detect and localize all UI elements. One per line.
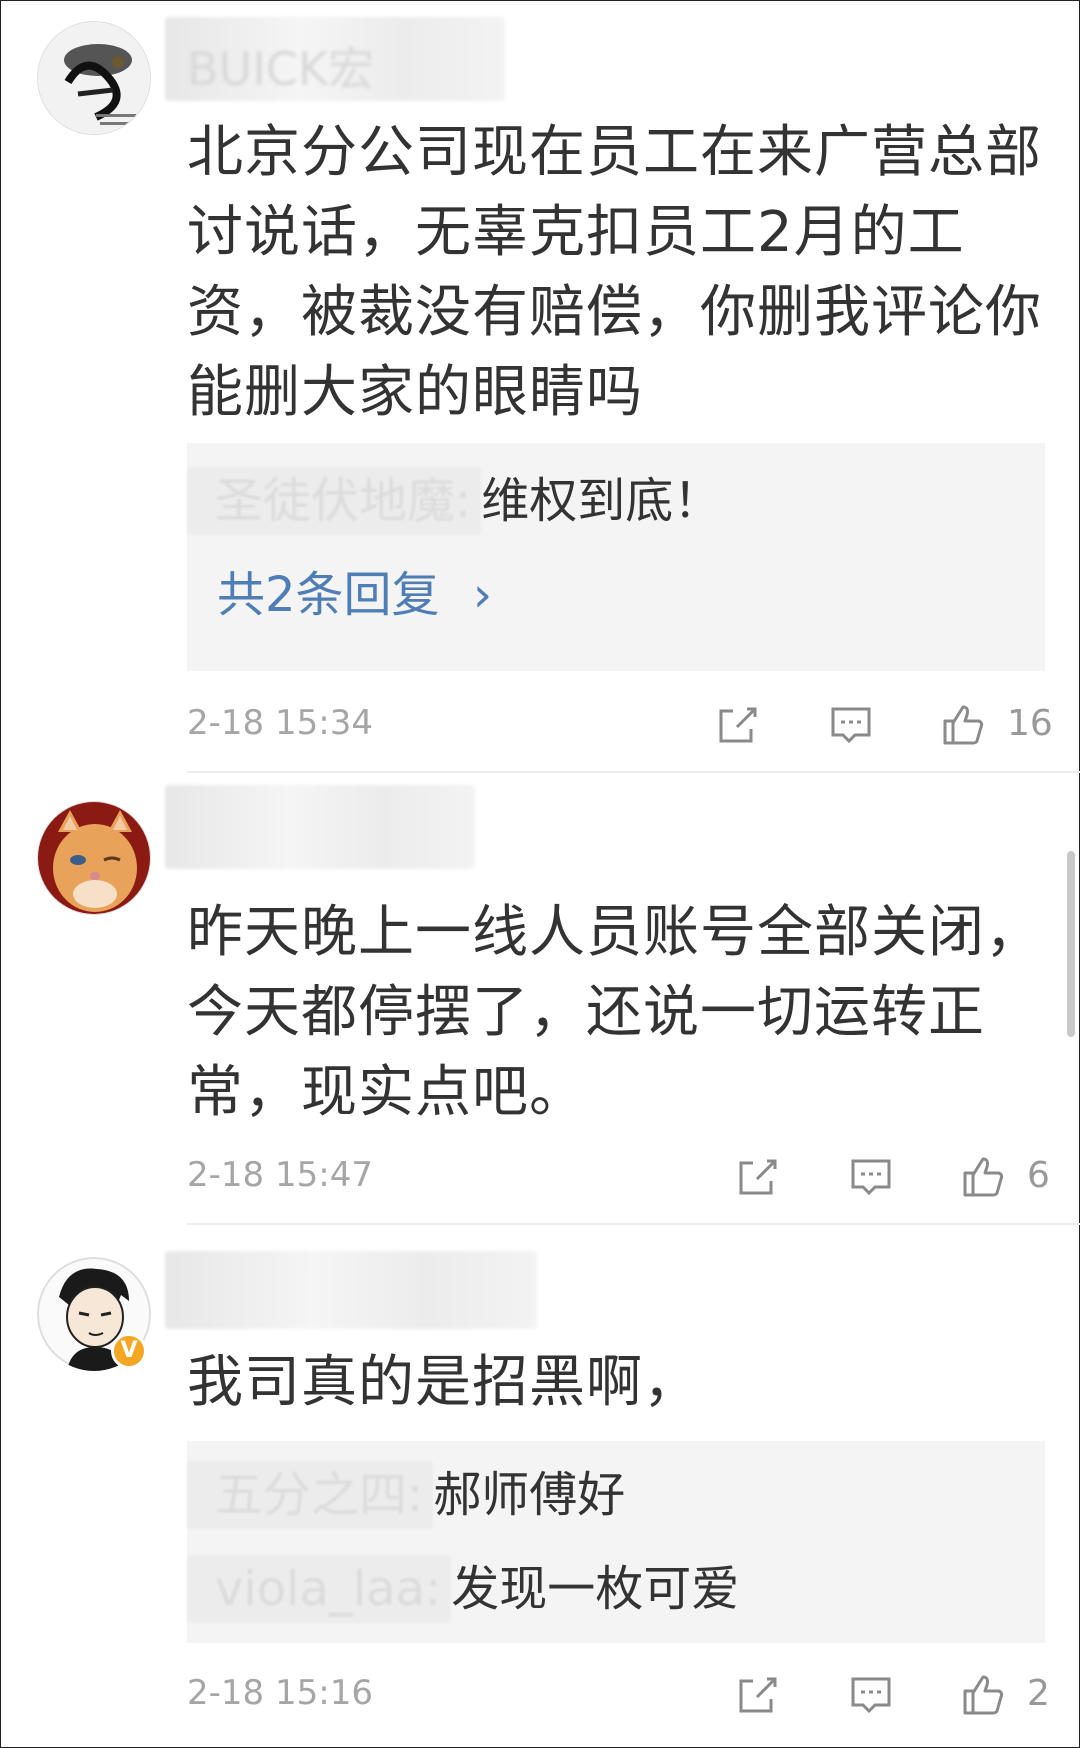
reply-box[interactable]: 五分之四: 郝师傅好 viola_laa: 发现一枚可爱 bbox=[187, 1441, 1045, 1643]
comment-meta: 2-18 15:16 2 bbox=[187, 1665, 1050, 1725]
reply-box[interactable]: 圣徒伏地魔: 维权到底！ 共2条回复 › bbox=[187, 443, 1045, 671]
chevron-right-icon: › bbox=[472, 567, 493, 623]
thumbs-up-icon[interactable] bbox=[959, 1153, 1007, 1201]
scrollbar[interactable] bbox=[1067, 851, 1075, 1037]
comment-icon[interactable] bbox=[847, 1671, 895, 1719]
comment-icon[interactable] bbox=[827, 701, 875, 749]
verified-badge-icon: V bbox=[111, 1333, 147, 1369]
reply-item[interactable]: 五分之四: 郝师傅好 bbox=[187, 1461, 625, 1529]
like-count: 2 bbox=[1027, 1673, 1050, 1714]
repost-icon[interactable] bbox=[733, 1671, 781, 1719]
thumbs-up-icon[interactable] bbox=[939, 701, 987, 749]
reply-text: 发现一枚可爱 bbox=[451, 1561, 740, 1617]
comment-meta: 2-18 15:34 16 bbox=[187, 695, 1053, 755]
timestamp: 2-18 15:34 bbox=[187, 703, 373, 743]
timestamp: 2-18 15:47 bbox=[187, 1155, 373, 1195]
divider bbox=[187, 771, 1080, 773]
username-blurred[interactable] bbox=[165, 1251, 537, 1329]
reply-username[interactable]: 圣徒伏地魔: bbox=[187, 467, 482, 535]
comment-text: 昨天晚上一线人员账号全部关闭，今天都停摆了，还说一切运转正常，现实点吧。 bbox=[187, 900, 1042, 1125]
divider bbox=[187, 1223, 1080, 1225]
username: BUICK宏 bbox=[187, 42, 375, 96]
username-blurred[interactable]: BUICK宏 bbox=[165, 17, 505, 101]
avatar[interactable] bbox=[37, 801, 151, 915]
reply-text: 郝师傅好 bbox=[433, 1467, 626, 1523]
like-count: 16 bbox=[1007, 703, 1053, 744]
username-blurred[interactable] bbox=[165, 785, 475, 869]
repost-icon[interactable] bbox=[733, 1153, 781, 1201]
comment-text: 北京分公司现在员工在来广营总部讨说话，无辜克扣员工2月的工资，被裁没有赔偿，你删… bbox=[187, 120, 1042, 425]
more-replies-label: 共2条回复 bbox=[217, 567, 440, 623]
reply-item[interactable]: 圣徒伏地魔: 维权到底！ bbox=[187, 467, 721, 535]
reply-item[interactable]: viola_laa: 发现一枚可爱 bbox=[187, 1555, 739, 1623]
like-count: 6 bbox=[1027, 1155, 1050, 1196]
repost-icon[interactable] bbox=[713, 701, 761, 749]
comment-icon[interactable] bbox=[847, 1153, 895, 1201]
more-replies-link[interactable]: 共2条回复 › bbox=[217, 561, 492, 629]
thumbs-up-icon[interactable] bbox=[959, 1671, 1007, 1719]
comment-text: 我司真的是招黑啊， bbox=[187, 1350, 700, 1415]
reply-username[interactable]: viola_laa: bbox=[187, 1555, 452, 1623]
reply-text: 维权到底！ bbox=[481, 473, 722, 529]
comment-meta: 2-18 15:47 6 bbox=[187, 1147, 1050, 1207]
reply-username[interactable]: 五分之四: bbox=[187, 1461, 434, 1529]
avatar[interactable] bbox=[37, 21, 151, 135]
timestamp: 2-18 15:16 bbox=[187, 1673, 373, 1713]
